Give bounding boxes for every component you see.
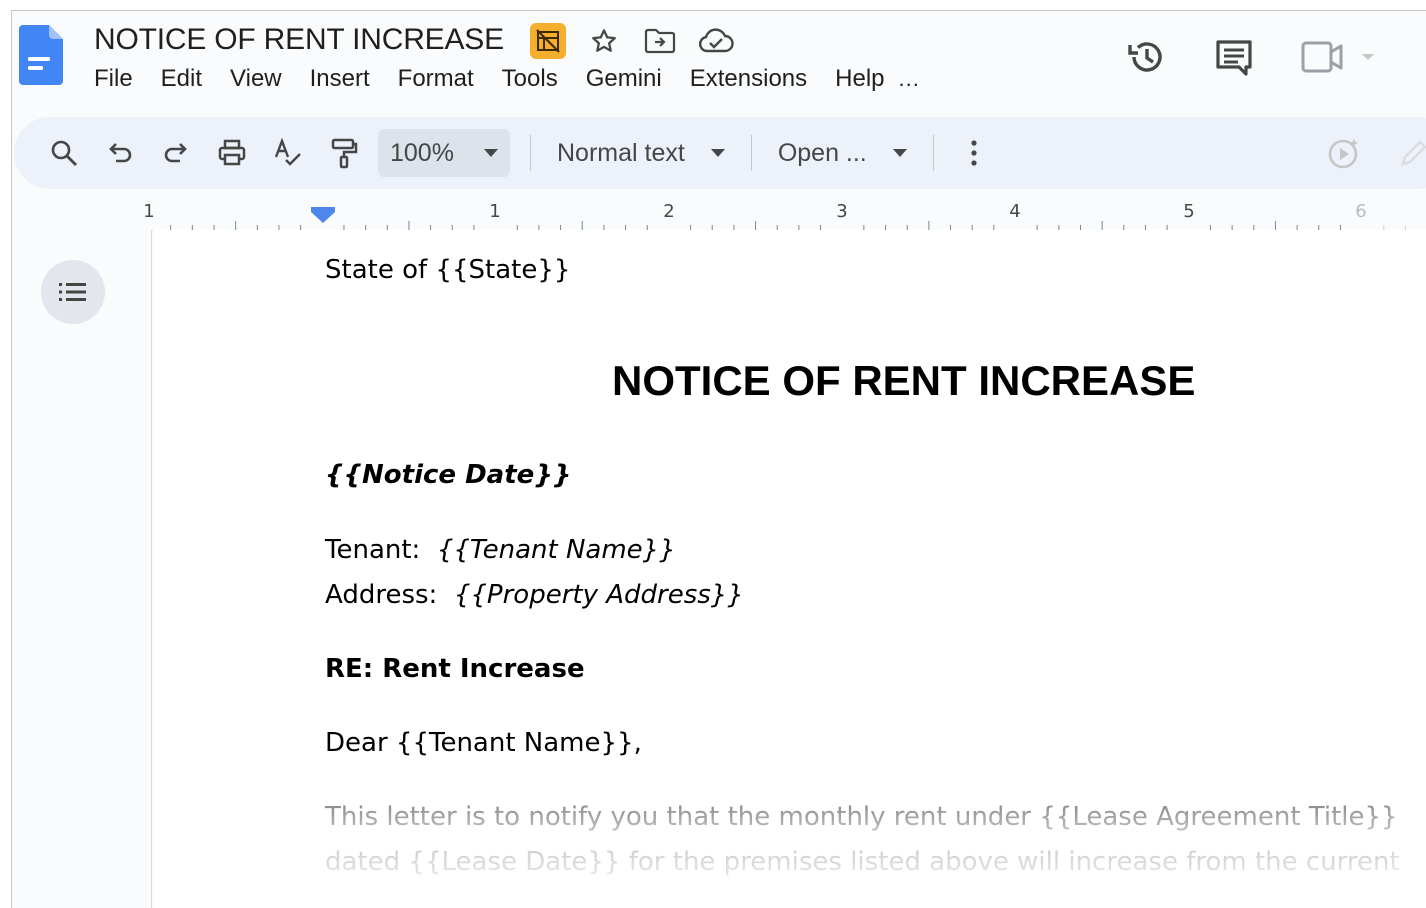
menu-tools[interactable]: Tools (502, 65, 558, 93)
menu-gemini[interactable]: Gemini (586, 65, 662, 93)
menu-more[interactable]: ... (899, 66, 920, 92)
body-paragraph-line: This letter is to notify you that the mo… (325, 802, 1398, 832)
salutation: Dear {{Tenant Name}}, (325, 728, 642, 758)
ruler-label: 2 (663, 201, 674, 222)
font-value: Open ... (777, 138, 867, 167)
comments-icon[interactable] (1210, 33, 1258, 81)
tenant-line: Tenant: {{Tenant Name}} (325, 535, 676, 565)
print-icon[interactable] (212, 133, 252, 173)
menu-view[interactable]: View (230, 65, 282, 93)
move-folder-icon[interactable] (642, 23, 678, 59)
address-line: Address: {{Property Address}} (325, 580, 744, 610)
style-caret-icon (710, 149, 725, 157)
re-line: RE: Rent Increase (325, 654, 585, 684)
paragraph-style-select[interactable]: Normal text (543, 129, 739, 177)
menu-insert[interactable]: Insert (310, 65, 370, 93)
spellcheck-icon[interactable] (268, 133, 308, 173)
toolbar-divider (932, 135, 934, 171)
more-options-icon[interactable] (954, 133, 994, 173)
zoom-select[interactable]: 100% (378, 129, 510, 177)
header-right-icons (1122, 33, 1418, 81)
app-window: NOTICE OF RENT INCREASE File Edit View I… (11, 10, 1426, 908)
state-line: State of {{State}} (325, 255, 571, 285)
document-title[interactable]: NOTICE OF RENT INCREASE (94, 23, 504, 57)
edit-mode-pencil-icon[interactable] (1394, 133, 1426, 173)
notice-date: {{Notice Date}} (325, 460, 572, 490)
ruler-label: 1 (489, 201, 500, 222)
body-paragraph-line: dated {{Lease Date}} for the premises li… (325, 847, 1400, 877)
search-menus-icon[interactable] (44, 133, 84, 173)
left-side-panel (12, 230, 152, 908)
ruler-label: 1 (143, 201, 154, 222)
document-heading: NOTICE OF RENT INCREASE (612, 357, 1196, 404)
template-tag-icon[interactable] (530, 23, 566, 59)
menu-format[interactable]: Format (398, 65, 474, 93)
meet-video-icon[interactable] (1298, 33, 1378, 81)
menu-help[interactable]: Help (835, 65, 884, 93)
tenant-value: {{Tenant Name}} (436, 535, 676, 565)
font-caret-icon (892, 149, 907, 157)
ruler-label: 3 (836, 201, 847, 222)
indent-marker-icon[interactable] (311, 207, 335, 223)
horizontal-ruler[interactable]: 1 1 2 3 4 5 6 (12, 193, 1426, 231)
tenant-label: Tenant: (325, 535, 421, 565)
address-value: {{Property Address}} (453, 580, 744, 610)
document-outline-button[interactable] (41, 260, 105, 324)
font-select[interactable]: Open ... (764, 129, 921, 177)
docs-logo-icon[interactable] (19, 25, 65, 85)
zoom-caret-icon (484, 149, 498, 157)
document-page[interactable]: State of {{State}} NOTICE OF RENT INCREA… (153, 230, 1426, 908)
paint-format-icon[interactable] (324, 133, 364, 173)
toolbar: 100% Normal text Open ... (14, 117, 1426, 189)
undo-icon[interactable] (100, 133, 140, 173)
cloud-saved-icon[interactable] (698, 23, 734, 59)
address-label: Address: (325, 580, 438, 610)
outline-list-icon (59, 283, 86, 301)
ruler-label: 6 (1355, 201, 1366, 222)
star-icon[interactable] (586, 23, 622, 59)
title-icons (530, 23, 734, 59)
menu-edit[interactable]: Edit (161, 65, 202, 93)
menu-bar: File Edit View Insert Format Tools Gemin… (94, 65, 920, 93)
ruler-label: 4 (1009, 201, 1020, 222)
redo-icon[interactable] (156, 133, 196, 173)
gemini-sparkle-icon[interactable] (1324, 133, 1364, 173)
paragraph-style-value: Normal text (557, 138, 685, 167)
app-header: NOTICE OF RENT INCREASE File Edit View I… (12, 11, 1426, 113)
toolbar-divider (750, 135, 752, 171)
menu-file[interactable]: File (94, 65, 133, 93)
menu-extensions[interactable]: Extensions (690, 65, 807, 93)
zoom-value: 100% (390, 138, 454, 167)
version-history-icon[interactable] (1122, 33, 1170, 81)
ruler-label: 5 (1183, 201, 1194, 222)
toolbar-divider (530, 135, 531, 171)
